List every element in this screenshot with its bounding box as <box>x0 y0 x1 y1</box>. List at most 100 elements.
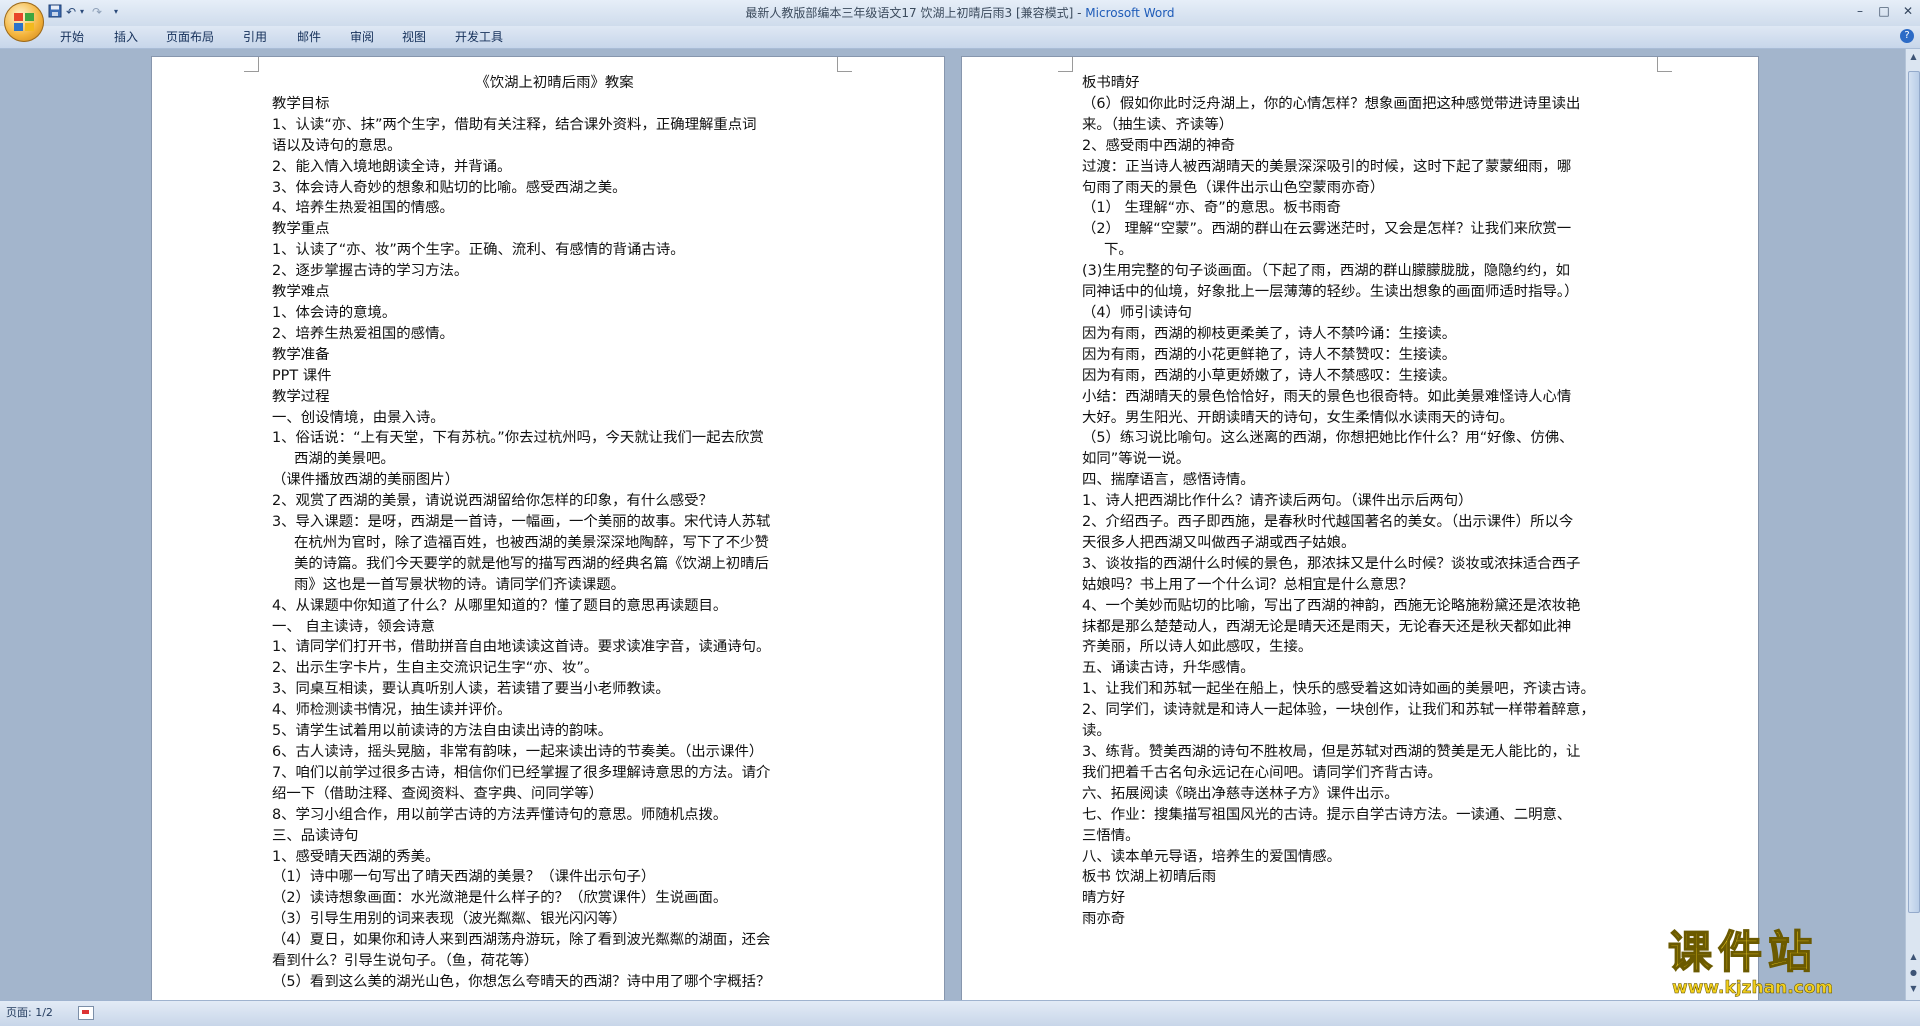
text-line: （6）假如你此时泛舟湖上，你的心情怎样？想象画面把这种感觉带进诗里读出 <box>1082 95 1581 112</box>
text-line: （2） 理解“空蒙”。西湖的群山在云雾迷茫时，又会是怎样？让我们来欣赏一 <box>1082 221 1572 238</box>
text-line: 句雨了雨天的景色（课件出示山色空蒙雨亦奇） <box>1082 179 1385 196</box>
next-page-icon[interactable]: ▼ <box>1908 983 1919 995</box>
scrollbar-thumb[interactable] <box>1908 71 1920 913</box>
tab-view[interactable]: 视图 <box>402 29 426 45</box>
text-line: 西湖的美景吧。 <box>294 451 395 468</box>
text-line: 1、诗人把西湖比作什么？请齐读后两句。（课件出示后两句） <box>1082 493 1473 510</box>
crop-mark <box>244 57 259 72</box>
document-page-1[interactable]: 《饮湖上初晴后雨》教案 教学目标 1、认读“亦、抹”两个生字，借助有关注释，结合课外… <box>152 57 944 1000</box>
text-line: 2、出示生字卡片，生自主交流识记生字“亦、妆”。 <box>272 660 599 677</box>
watermark-title: 课件站 <box>1667 927 1818 979</box>
text-line: 过渡：正当诗人被西湖晴天的美景深深吸引的时候，这时下起了蒙蒙细雨，哪 <box>1082 158 1572 175</box>
text-line: （5）练习说比喻句。这么迷离的西湖，你想把她比作什么？用“好像、仿佛、 <box>1082 430 1574 447</box>
tab-developer[interactable]: 开发工具 <box>455 29 503 45</box>
text-line: 来。（抽生读、齐读等） <box>1082 116 1234 133</box>
office-logo-icon <box>14 13 34 31</box>
text-line: 如同”等说一说。 <box>1082 451 1191 468</box>
browse-object-icon[interactable]: ● <box>1908 967 1919 979</box>
tab-page-layout[interactable]: 页面布局 <box>166 29 214 45</box>
text-line: 板书 饮湖上初晴后雨 <box>1082 869 1217 886</box>
tab-insert[interactable]: 插入 <box>114 29 138 45</box>
text-line: 4、一个美妙而贴切的比喻，写出了西湖的神韵，西施无论略施粉黛还是浓妆艳 <box>1082 597 1581 614</box>
text-line: 语以及诗句的意思。 <box>272 137 402 154</box>
text-line: 下。 <box>1104 242 1133 259</box>
office-button[interactable] <box>4 2 44 42</box>
text-line: 1、请同学们打开书，借助拼音自由地读读这首诗。要求读准字音，读通诗句。 <box>272 639 771 656</box>
text-line: 3、导入课题：是呀，西湖是一首诗，一幅画，一个美丽的故事。宋代诗人苏轼 <box>272 514 771 531</box>
text-line: 教学难点 <box>272 284 330 301</box>
text-line: 绍一下（借助注释、查阅资料、查字典、问同学等） <box>272 785 603 802</box>
title-bar: ↶ ▾ ↷ ▾ 最新人教版部编本三年级语文17 饮湖上初晴后雨3 [兼容模式] … <box>0 0 1920 26</box>
text-line: (3)生用完整的句子谈画面。（下起了雨，西湖的群山朦朦胧胧，隐隐约约，如 <box>1082 263 1571 280</box>
text-line: 2、感受雨中西湖的神奇 <box>1082 137 1236 154</box>
minimize-button[interactable]: – <box>1848 2 1872 20</box>
ribbon-tabs: 开始 插入 页面布局 引用 邮件 审阅 视图 开发工具 ? <box>0 26 1920 49</box>
text-line: 3、谈妆指的西湖什么时候的景色，那浓抹又是什么时候？谈妆或浓抹适合西子 <box>1082 555 1581 572</box>
help-icon[interactable]: ? <box>1900 29 1914 43</box>
text-line: 4、师检测读书情况，抽生读并评价。 <box>272 702 512 719</box>
app-name: Microsoft Word <box>1085 6 1175 20</box>
text-line: 天很多人把西湖又叫做西子湖或西子姑娘。 <box>1082 534 1356 551</box>
text-line: 大好。男生阳光、开朗读晴天的诗句，女生柔情似水读雨天的诗句。 <box>1082 409 1514 426</box>
text-line: 七、作业：搜集描写祖国风光的古诗。提示自学古诗方法。一读通、二明意、 <box>1082 806 1572 823</box>
text-line: 在杭州为官时，除了造福百姓，也被西湖的美景深深地陶醉，写下了不少赞 <box>294 534 769 551</box>
window-title: 最新人教版部编本三年级语文17 饮湖上初晴后雨3 [兼容模式] - Micros… <box>0 4 1920 22</box>
maximize-button[interactable]: □ <box>1872 2 1896 20</box>
page-count-status[interactable]: 页面: 1/2 <box>6 1006 53 1020</box>
text-line: 3、体会诗人奇妙的想象和贴切的比喻。感受西湖之美。 <box>272 179 627 196</box>
text-line: 读。 <box>1082 723 1111 740</box>
text-line: 3、同桌互相读，要认真听别人读，若读错了要当小老师教读。 <box>272 681 670 698</box>
text-line: 晴方好 <box>1082 890 1126 907</box>
text-line: （1）诗中哪一句写出了晴天西湖的美景？（课件出示句子） <box>272 869 656 886</box>
text-line: 教学重点 <box>272 221 330 238</box>
crop-mark <box>837 57 852 72</box>
document-page-2[interactable]: 板书晴好 （6）假如你此时泛舟湖上，你的心情怎样？想象画面把这种感觉带进诗里读出… <box>962 57 1758 1000</box>
page-1-text: 《饮湖上初晴后雨》教案 教学目标 1、认读“亦、抹”两个生字，借助有关注释，结合课外… <box>272 73 837 993</box>
page-2-text: 板书晴好 （6）假如你此时泛舟湖上，你的心情怎样？想象画面把这种感觉带进诗里读出… <box>1082 73 1662 930</box>
text-line: 小结：西湖晴天的景色恰恰好，雨天的景色也很奇特。如此美景难怪诗人心情 <box>1082 388 1572 405</box>
text-line: （课件播放西湖的美丽图片） <box>272 472 460 489</box>
text-line: 三悟情。 <box>1082 827 1140 844</box>
proofing-errors-icon[interactable] <box>78 1006 94 1020</box>
tab-home[interactable]: 开始 <box>60 29 84 45</box>
text-line: 4、从课题中你知道了什么？从哪里知道的？懂了题目的意思再读题目。 <box>272 597 728 614</box>
close-button[interactable]: ✕ <box>1896 2 1920 20</box>
text-line: （1） 生理解“亦、奇”的意思。板书雨奇 <box>1082 200 1341 217</box>
tab-mailings[interactable]: 邮件 <box>297 29 321 45</box>
text-line: 1、认读“亦、抹”两个生字，借助有关注释，结合课外资料，正确理解重点词 <box>272 116 757 133</box>
text-line: 姑娘吗？书上用了一个什么词？总相宜是什么意思？ <box>1082 576 1413 593</box>
text-line: 2、能入情入境地朗读全诗，并背诵。 <box>272 158 512 175</box>
text-line: 同神话中的仙境，好象批上一层薄薄的轻纱。生读出想象的画面师适时指导。） <box>1082 284 1579 301</box>
text-line: 1、认读了“亦、妆”两个生字。正确、流利、有感情的背诵古诗。 <box>272 242 685 259</box>
text-line: 四、揣摩语言，感悟诗情。 <box>1082 472 1255 489</box>
text-line: 因为有雨，西湖的柳枝更柔美了，诗人不禁吟诵：生接读。 <box>1082 325 1457 342</box>
text-line: 4、培养生热爱祖国的情感。 <box>272 200 454 217</box>
text-line: （2）读诗想象画面：水光潋滟是什么样子的？（欣赏课件）生说画面。 <box>272 890 728 907</box>
text-line: 教学过程 <box>272 388 330 405</box>
text-line: 美的诗篇。我们今天要学的就是他写的描写西湖的经典名篇《饮湖上初晴后 <box>294 555 769 572</box>
tab-references[interactable]: 引用 <box>243 29 267 45</box>
text-line: 我们把着千古名句永远记在心间吧。请同学们齐背古诗。 <box>1082 764 1442 781</box>
text-line: 6、古人读诗，摇头晃脑，非常有韵味，一起来读出诗的节奏美。（出示课件） <box>272 744 764 760</box>
previous-page-icon[interactable]: ▲ <box>1908 951 1919 963</box>
text-line: 因为有雨，西湖的小花更鲜艳了，诗人不禁赞叹：生接读。 <box>1082 346 1457 363</box>
crop-mark <box>1657 57 1672 72</box>
text-line: （4）师引读诗句 <box>1082 304 1192 321</box>
text-line: 雨》这也是一首写景状物的诗。请同学们齐读课题。 <box>294 576 625 593</box>
text-line: （3）引导生用别的词来表现（波光粼粼、银光闪闪等） <box>272 911 627 928</box>
text-line: 《饮湖上初晴后雨》教案 <box>475 75 634 91</box>
vertical-scrollbar[interactable]: ▲ ▲ ● ▼ <box>1905 49 1920 1000</box>
tab-review[interactable]: 审阅 <box>350 29 374 45</box>
text-line: 六、拓展阅读《晓出净慈寺送林子方》课件出示。 <box>1082 785 1399 802</box>
watermark-url: www.kjzhan.com <box>1672 978 1834 999</box>
text-line: 2、同学们，读诗就是和诗人一起体验，一块创作，让我们和苏轼一样带着醉意， <box>1082 702 1595 719</box>
status-bar: 页面: 1/2 <box>0 1000 1920 1026</box>
text-line: 2、逐步掌握古诗的学习方法。 <box>272 263 469 280</box>
text-line: 2、观赏了西湖的美景，请说说西湖留给你怎样的印象，有什么感受？ <box>272 493 713 510</box>
text-line: 抹都是那么楚楚动人，西湖无论是晴天还是雨天，无论春天还是秋天都如此神 <box>1082 618 1572 635</box>
text-line: 教学准备 <box>272 346 330 363</box>
text-line: 齐美丽，所以诗人如此感叹，生接。 <box>1082 639 1313 656</box>
text-line: 2、培养生热爱祖国的感情。 <box>272 325 454 342</box>
text-line: 1、让我们和苏轼一起坐在船上，快乐的感受着这如诗如画的美景吧，齐读古诗。 <box>1082 681 1595 698</box>
scroll-up-icon[interactable]: ▲ <box>1908 51 1919 63</box>
